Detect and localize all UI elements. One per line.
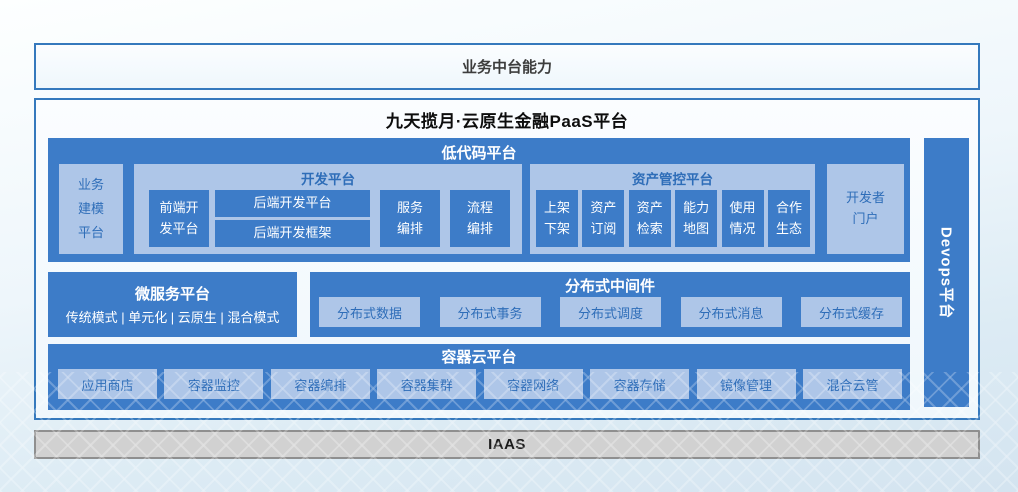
microservice-platform-section: 微服务平台 传统模式 | 单元化 | 云原生 | 混合模式	[48, 272, 297, 337]
frontend-dev-label: 前端开发平台	[158, 198, 200, 240]
distributed-cache-box: 分布式缓存	[801, 297, 902, 327]
asset-platform-title: 资产管控平台	[530, 164, 815, 188]
asset-listing-box: 上架下架	[536, 190, 578, 247]
distributed-message-box: 分布式消息	[681, 297, 782, 327]
image-management-box: 镜像管理	[697, 369, 796, 399]
cooperation-ecosystem-label: 合作生态	[774, 198, 804, 240]
asset-platform-group: 资产管控平台 上架下架 资产订阅 资产检索 能力地图	[530, 164, 815, 254]
iaas-label: IAAS	[488, 436, 526, 453]
backend-dev-stack: 后端开发平台 后端开发框架	[215, 190, 370, 247]
asset-subscription-box: 资产订阅	[582, 190, 624, 247]
page-background: 业务中台能力 九天揽月·云原生金融PaaS平台 低代码平台 业务建模平台 开发平…	[0, 0, 1018, 492]
paas-platform-title: 九天揽月·云原生金融PaaS平台	[36, 107, 978, 132]
container-platform-row: 应用商店 容器监控 容器编排 容器集群 容器网络 容器存储 镜像管理 混合云管	[58, 369, 902, 399]
asset-search-box: 资产检索	[629, 190, 671, 247]
paas-platform-panel: 九天揽月·云原生金融PaaS平台 低代码平台 业务建模平台 开发平台 前端开发平…	[34, 98, 980, 420]
developer-portal-label: 开发者门户	[844, 188, 888, 230]
cooperation-ecosystem-box: 合作生态	[768, 190, 810, 247]
iaas-bar: IAAS	[34, 430, 980, 459]
dev-platform-row: 前端开发平台 后端开发平台 后端开发框架 服务编排	[149, 190, 510, 247]
usage-status-label: 使用情况	[728, 198, 758, 240]
lowcode-platform-section: 低代码平台 业务建模平台 开发平台 前端开发平台 后端开发平台	[48, 138, 910, 262]
business-midplatform-banner: 业务中台能力	[34, 43, 980, 90]
backend-framework-label: 后端开发框架	[253, 223, 331, 244]
microservice-modes-label: 传统模式 | 单元化 | 云原生 | 混合模式	[66, 307, 280, 326]
business-modeling-box: 业务建模平台	[59, 164, 123, 254]
dev-platform-group: 开发平台 前端开发平台 后端开发平台 后端开发框架	[134, 164, 522, 254]
container-platform-section: 容器云平台 应用商店 容器监控 容器编排 容器集群 容器网络 容器存储 镜像管理…	[48, 344, 910, 410]
asset-subscription-label: 资产订阅	[588, 198, 618, 240]
capability-map-label: 能力地图	[681, 198, 711, 240]
container-storage-box: 容器存储	[590, 369, 689, 399]
developer-portal-box: 开发者门户	[827, 164, 904, 254]
distributed-data-box: 分布式数据	[319, 297, 420, 327]
devops-platform-label: Devops平台	[936, 226, 957, 318]
business-midplatform-label: 业务中台能力	[462, 56, 552, 77]
asset-platform-row: 上架下架 资产订阅 资产检索 能力地图 使用情况	[536, 190, 810, 247]
dev-platform-title: 开发平台	[134, 164, 522, 188]
usage-status-box: 使用情况	[722, 190, 764, 247]
container-orchestration-box: 容器编排	[271, 369, 370, 399]
middleware-row: 分布式数据 分布式事务 分布式调度 分布式消息 分布式缓存	[319, 297, 902, 327]
container-platform-title: 容器云平台	[48, 344, 910, 367]
container-network-box: 容器网络	[484, 369, 583, 399]
lowcode-platform-title: 低代码平台	[48, 138, 910, 163]
service-orchestration-box: 服务编排	[380, 190, 440, 247]
distributed-transaction-box: 分布式事务	[440, 297, 541, 327]
container-cluster-box: 容器集群	[377, 369, 476, 399]
microservice-platform-title: 微服务平台	[135, 283, 210, 304]
devops-platform-bar: Devops平台	[924, 138, 969, 407]
backend-framework-box: 后端开发框架	[215, 220, 370, 247]
middleware-title: 分布式中间件	[310, 272, 910, 296]
distributed-scheduling-box: 分布式调度	[560, 297, 661, 327]
app-store-box: 应用商店	[58, 369, 157, 399]
service-orchestration-label: 服务编排	[395, 198, 425, 240]
asset-search-label: 资产检索	[635, 198, 665, 240]
container-monitoring-box: 容器监控	[164, 369, 263, 399]
middleware-section: 分布式中间件 分布式数据 分布式事务 分布式调度 分布式消息 分布式缓存	[310, 272, 910, 337]
backend-platform-label: 后端开发平台	[253, 193, 331, 214]
hybrid-cloud-mgmt-box: 混合云管	[803, 369, 902, 399]
process-orchestration-box: 流程编排	[450, 190, 510, 247]
frontend-dev-box: 前端开发平台	[149, 190, 209, 247]
capability-map-box: 能力地图	[675, 190, 717, 247]
lowcode-content-row: 业务建模平台 开发平台 前端开发平台 后端开发平台 后端开发	[59, 164, 904, 254]
process-orchestration-label: 流程编排	[465, 198, 495, 240]
business-modeling-label: 业务建模平台	[76, 173, 106, 245]
backend-platform-box: 后端开发平台	[215, 190, 370, 217]
asset-listing-label: 上架下架	[542, 198, 572, 240]
